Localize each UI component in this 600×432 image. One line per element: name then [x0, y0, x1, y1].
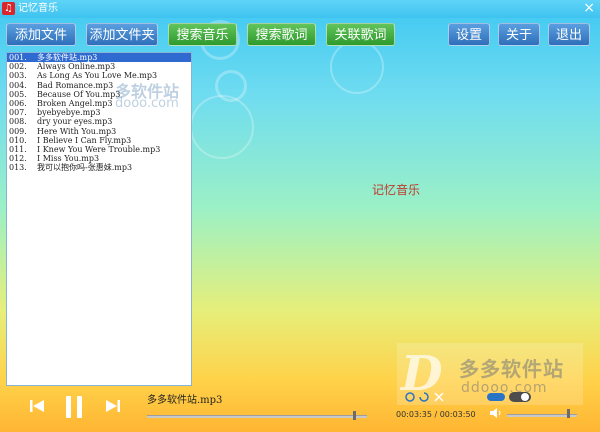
playlist-item-number: 012.: [9, 154, 27, 164]
lyrics-area-title: 记忆音乐: [372, 183, 421, 197]
playlist-item-title: Because Of You.mp3: [37, 89, 121, 99]
playlist-item-title: 我可以抱你吗-张惠妹.mp3: [37, 163, 133, 173]
playlist-item-title: Always Online.mp3: [37, 62, 116, 72]
settings-button[interactable]: 设置: [448, 23, 490, 46]
playlist-item-title: I Miss You.mp3: [37, 154, 100, 164]
volume-icon[interactable]: [490, 408, 502, 418]
previous-track-icon[interactable]: [30, 400, 44, 412]
time-display: 00:03:35 / 00:03:50: [396, 410, 476, 419]
lyrics-toggle-icon[interactable]: [487, 391, 531, 403]
playlist-item[interactable]: 010. I Believe I Can Fly.mp3: [7, 136, 191, 145]
next-track-icon[interactable]: [106, 400, 120, 412]
playlist-item-number: 009.: [9, 126, 27, 136]
playlist-item[interactable]: 011. I Knew You Were Trouble.mp3: [7, 145, 191, 154]
now-playing-title: 多多软件站.mp3: [147, 395, 223, 406]
about-button[interactable]: 关于: [498, 23, 540, 46]
playlist-item-title: 多多软件站.mp3: [37, 53, 98, 62]
watermark-url: dooo.com: [115, 96, 179, 111]
link-lyrics-button[interactable]: 关联歌词: [326, 23, 395, 46]
progress-handle[interactable]: [352, 411, 356, 420]
playlist-item[interactable]: 008. dry your eyes.mp3: [7, 117, 191, 126]
playlist-item-title: Broken Angel.mp3: [37, 98, 113, 108]
decor-swirl: [330, 40, 384, 94]
window-title: 记忆音乐: [18, 3, 58, 14]
exit-button[interactable]: 退出: [548, 23, 590, 46]
playlist-item[interactable]: 009. Here With You.mp3: [7, 127, 191, 136]
playlist-item-title: Here With You.mp3: [37, 126, 117, 136]
playlist-item-number: 003.: [9, 71, 27, 81]
playlist-item[interactable]: 001. 多多软件站.mp3: [7, 53, 191, 63]
playlist-item[interactable]: 012. I Miss You.mp3: [7, 154, 191, 163]
playlist-item-number: 006.: [9, 98, 27, 108]
playlist-item-number: 007.: [9, 108, 27, 118]
playlist-item-title: I Believe I Can Fly.mp3: [37, 135, 132, 145]
playlist-item[interactable]: 013. 我可以抱你吗-张惠妹.mp3: [7, 163, 191, 172]
logo-name: 多多软件站: [459, 357, 564, 381]
pause-icon[interactable]: [65, 396, 83, 418]
playlist-item-number: 001.: [9, 53, 27, 62]
volume-handle[interactable]: [567, 409, 571, 418]
playlist-item-title: byebyebye.mp3: [37, 108, 101, 118]
player-window: ♫ 记忆音乐 × 添加文件 添加文件夹 搜索音乐 搜索歌词 关联歌词 设置 关于…: [0, 0, 600, 432]
decor-swirl: [190, 95, 254, 159]
progress-track[interactable]: [147, 415, 367, 418]
playlist-item-number: 002.: [9, 62, 27, 72]
playlist-item-number: 011.: [9, 144, 27, 154]
search-music-button[interactable]: 搜索音乐: [168, 23, 237, 46]
playlist-item-number: 008.: [9, 117, 27, 127]
playlist-item-number: 010.: [9, 135, 27, 145]
search-lyrics-button[interactable]: 搜索歌词: [247, 23, 316, 46]
playlist-item-number: 013.: [9, 163, 27, 173]
playlist-item-title: dry your eyes.mp3: [37, 117, 113, 127]
playlist-item-title: I Knew You Were Trouble.mp3: [37, 144, 161, 154]
playlist-item[interactable]: 002. Always Online.mp3: [7, 62, 191, 71]
playlist-item-number: 005.: [9, 89, 27, 99]
add-folder-button[interactable]: 添加文件夹: [86, 23, 158, 46]
title-bar[interactable]: ♫ 记忆音乐 ×: [0, 0, 600, 18]
play-mode-icons[interactable]: [405, 391, 465, 403]
add-file-button[interactable]: 添加文件: [6, 23, 76, 46]
playlist-item-number: 004.: [9, 80, 27, 90]
playlist-item-title: Bad Romance.mp3: [37, 80, 114, 90]
app-music-icon: ♫: [2, 2, 15, 15]
close-button[interactable]: ×: [583, 0, 595, 16]
